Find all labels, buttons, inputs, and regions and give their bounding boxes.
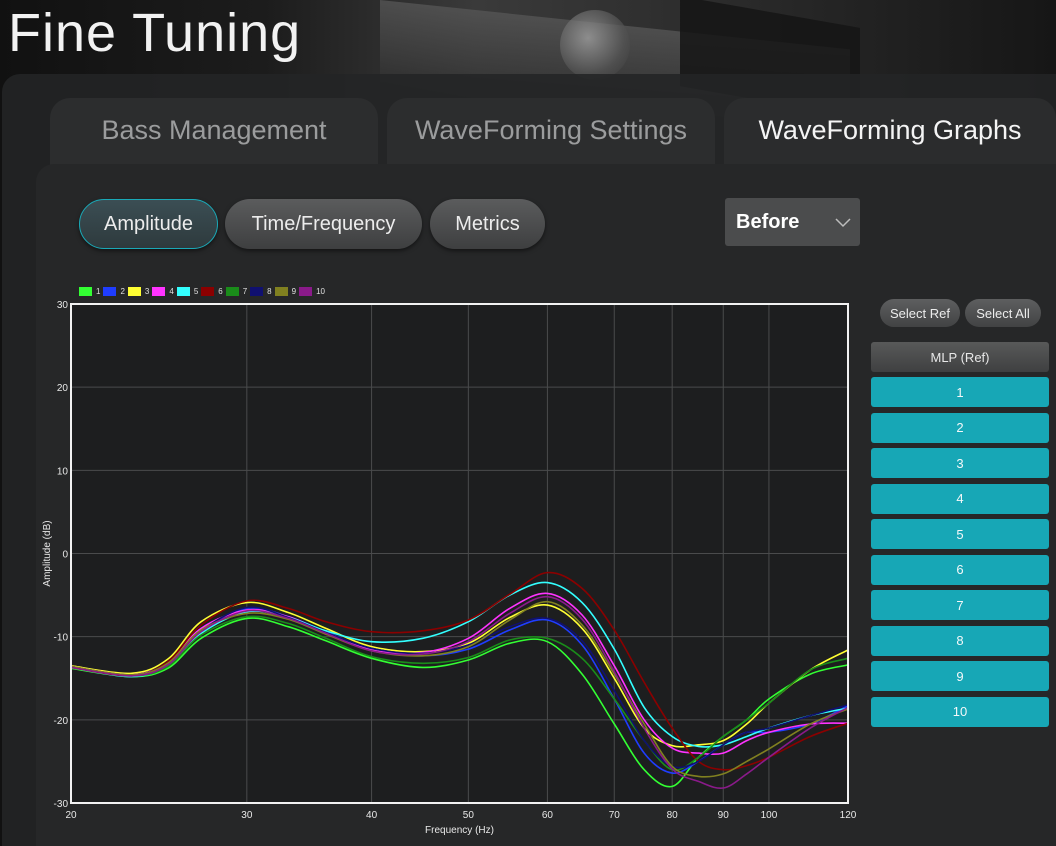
mlp-ref-button[interactable]: MLP (Ref) [871,342,1049,372]
y-tick-label: 10 [57,466,69,477]
mic-button-3[interactable]: 3 [871,448,1049,478]
page-title: Fine Tuning [8,3,302,63]
x-tick-label: 40 [366,810,378,821]
mic-button-6[interactable]: 6 [871,554,1049,585]
y-tick-label: -10 [54,633,69,644]
y-tick-label: 20 [57,383,69,394]
x-tick-label: 80 [667,810,679,821]
select-value: Before [736,210,800,233]
mic-button-9[interactable]: 9 [871,661,1049,691]
background-knob-image [560,10,630,80]
amplitude-button[interactable]: Amplitude [79,199,218,249]
mic-button-5[interactable]: 5 [871,519,1049,549]
x-tick-label: 70 [609,810,621,821]
amplitude-chart: 20 30 40 50 60 70 80 90 100 1203020100-10-20-30Fr… [42,300,857,836]
x-tick-label: 30 [241,810,253,821]
mic-button-1[interactable]: 1 [871,377,1049,407]
tab-bass-management[interactable]: Bass Management [50,98,378,168]
x-tick-label: 50 [463,810,475,821]
tab-waveforming-graphs[interactable]: WaveForming Graphs [724,98,1056,168]
y-tick-label: -30 [54,799,69,810]
x-tick-label: 20 [65,810,77,821]
mic-button-4[interactable]: 4 [871,483,1049,514]
y-axis-label: Amplitude (dB) [42,520,53,586]
mic-button-10[interactable]: 10 [871,696,1049,727]
x-tick-label: 120 [840,810,857,821]
x-tick-label: 60 [542,810,554,821]
metrics-button[interactable]: Metrics [430,199,545,249]
chevron-down-icon [835,218,851,228]
mic-button-7[interactable]: 7 [871,590,1049,620]
time-frequency-button[interactable]: Time/Frequency [225,199,422,249]
x-tick-label: 90 [718,810,730,821]
y-tick-label: -20 [54,716,69,727]
x-tick-label: 100 [761,810,778,821]
select-ref-button[interactable]: Select Ref [880,299,960,327]
select-all-button[interactable]: Select All [965,299,1041,327]
tab-waveforming-settings[interactable]: WaveForming Settings [387,98,715,168]
y-tick-label: 30 [57,300,69,311]
x-axis-label: Frequency (Hz) [425,825,494,836]
before-after-select[interactable]: Before [725,198,860,246]
y-tick-label: 0 [62,550,68,561]
mic-button-8[interactable]: 8 [871,625,1049,656]
mic-button-2[interactable]: 2 [871,412,1049,443]
